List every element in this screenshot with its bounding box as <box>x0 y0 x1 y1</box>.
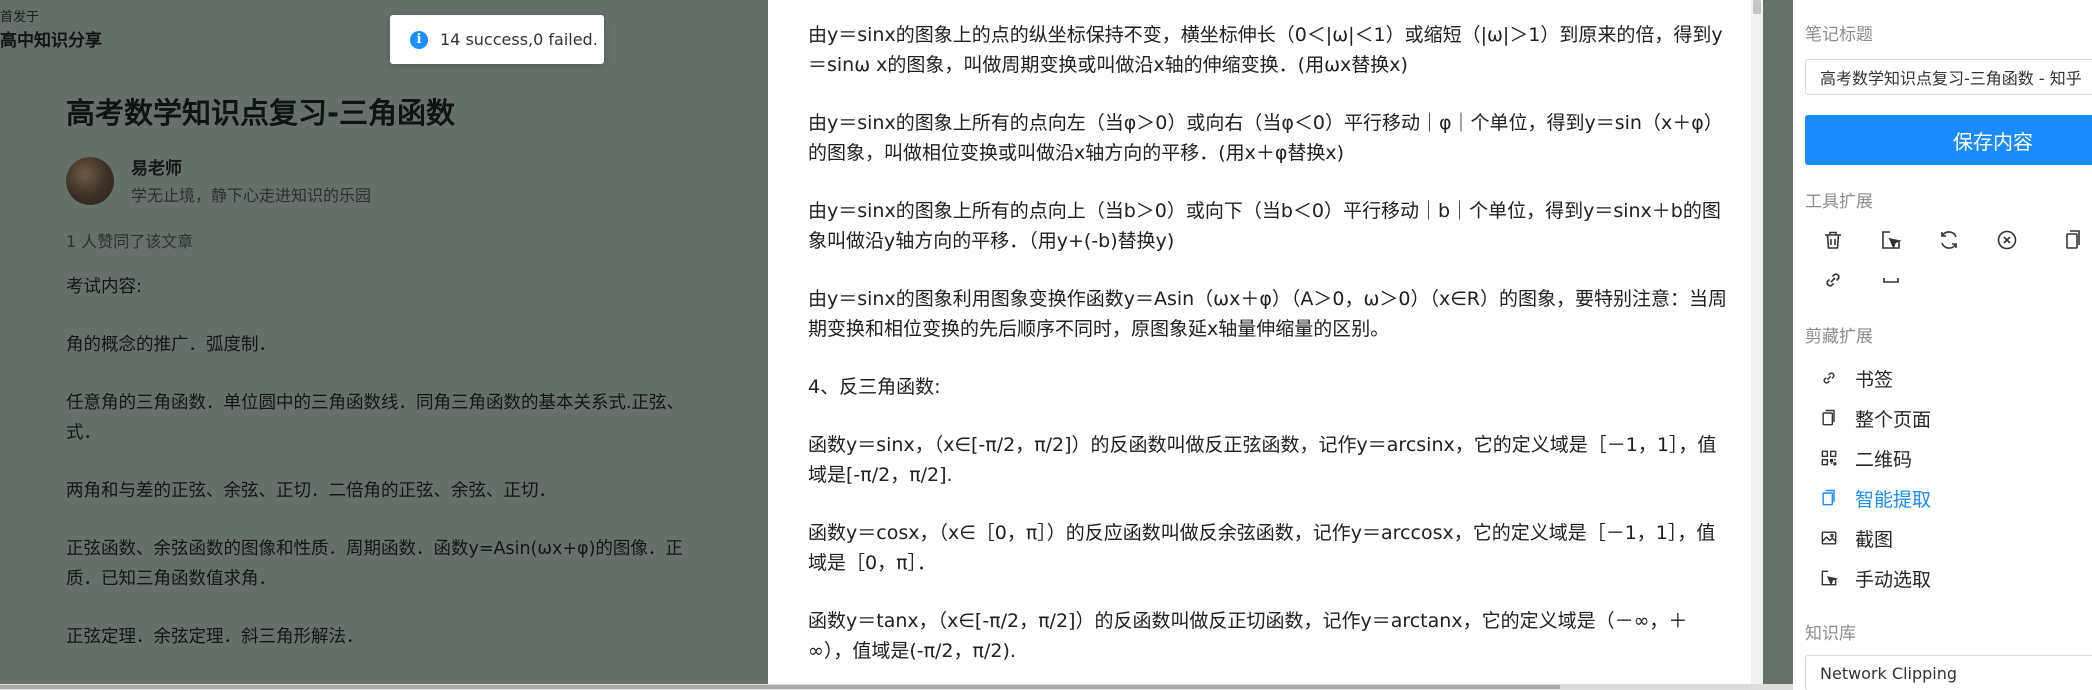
author-name[interactable]: 易老师 <box>131 154 182 179</box>
kb-label: 知识库 <box>1805 624 1856 644</box>
clip-screenshot[interactable]: 截图 <box>1819 522 1893 554</box>
clip-item-label: 智能提取 <box>1855 488 1932 511</box>
clip-smart-extract[interactable]: 智能提取 <box>1819 482 1931 514</box>
refresh-icon[interactable] <box>1937 228 1961 252</box>
tools-label: 工具扩展 <box>1805 192 1873 212</box>
clip-item-label: 手动选取 <box>1855 568 1932 591</box>
link-icon[interactable] <box>1821 268 1845 292</box>
publish-prefix: 首发于 <box>0 10 40 25</box>
content-scrollbar[interactable] <box>1751 0 1763 684</box>
article-body: 考试内容: 角的概念的推广．弧度制． 任意角的三角函数．单位圆中的三角函数线．同… <box>66 272 766 680</box>
close-circle-icon[interactable] <box>1995 228 2019 252</box>
likes-count: 1 人赞同了该文章 <box>66 232 194 251</box>
avatar[interactable] <box>66 157 114 205</box>
clip-item-label: 截图 <box>1855 528 1894 551</box>
clip-item-label: 书签 <box>1855 368 1894 391</box>
knowledge-base-select[interactable]: Network Clipping <box>1805 655 2092 690</box>
image-icon <box>1821 531 1837 545</box>
clip-qrcode[interactable]: 二维码 <box>1819 442 1912 474</box>
clip-item-label: 二维码 <box>1855 448 1913 471</box>
save-button[interactable]: 保存内容 <box>1805 115 2092 165</box>
clip-full-page[interactable]: 整个页面 <box>1819 402 1931 434</box>
qrcode-icon <box>1821 450 1837 466</box>
clip-preview-body: 由y＝sinx的图象上的点的纵坐标保持不变，横坐标伸长（0＜|ω|＜1）或缩短（… <box>808 20 1728 684</box>
space-icon[interactable] <box>1879 268 1903 292</box>
article-paragraph: 两角和与差的正弦、余弦、正切．二倍角的正弦、余弦、正切． <box>66 481 556 501</box>
toast-notification: i 14 success,0 failed. <box>390 15 604 64</box>
toast-message: 14 success,0 failed. <box>440 30 598 49</box>
article-background: 首发于 高中知识分享 高考数学知识点复习-三角函数 易老师 学无止境，静下心走进… <box>0 0 768 690</box>
article-paragraph: 正弦定理．余弦定理．斜三角形解法． <box>66 627 364 647</box>
article-title: 高考数学知识点复习-三角函数 <box>66 96 456 130</box>
content-paragraph: 由y＝sinx的图象上的点的纵坐标保持不变，横坐标伸长（0＜|ω|＜1）或缩短（… <box>808 24 1723 76</box>
clip-bookmark[interactable]: 书签 <box>1819 362 1893 394</box>
clipper-sidebar: 笔记标题 保存内容 工具扩展 剪藏扩展 书签 整个页面 二维码 智能提取 截图 <box>1793 0 2092 690</box>
horizontal-scrollbar-thumb[interactable] <box>0 685 1560 689</box>
link-icon <box>1823 372 1835 384</box>
manual-select-icon <box>1821 570 1839 586</box>
select-area-icon[interactable] <box>1879 228 1903 252</box>
column-name[interactable]: 高中知识分享 <box>0 26 102 51</box>
smart-extract-icon <box>1822 489 1835 506</box>
content-paragraph: 由y＝sinx的图象上所有的点向上（当b＞0）或向下（当b＜0）平行移动｜b｜个… <box>808 200 1721 252</box>
note-title-label: 笔记标题 <box>1805 25 1873 45</box>
clip-label: 剪藏扩展 <box>1805 327 1873 347</box>
article-paragraph: 质．已知三角函数值求角． <box>66 569 276 589</box>
trash-icon[interactable] <box>1821 228 1845 252</box>
content-paragraph: 由y＝sinx的图象上所有的点向左（当φ＞0）或向右（当φ＜0）平行移动｜φ｜个… <box>808 112 1723 164</box>
scrollbar-thumb[interactable] <box>1753 0 1761 14</box>
content-paragraph: 函数y＝cosx，（x∈［0，π］）的反应函数叫做反余弦函数，记作y＝arcco… <box>808 522 1716 574</box>
note-title-input[interactable] <box>1805 59 2092 95</box>
article-paragraph: 考试内容: <box>66 277 142 297</box>
article-paragraph: 式． <box>66 423 101 443</box>
info-icon: i <box>410 30 428 49</box>
document-icon <box>1822 409 1835 426</box>
article-paragraph: 任意角的三角函数．单位圆中的三角函数线．同角三角函数的基本关系式.正弦、 <box>66 393 685 413</box>
content-paragraph: 函数y＝tanx，（x∈[-π/2，π/2]）的反函数叫做反正切函数，记作y＝a… <box>808 610 1688 662</box>
article-paragraph: 角的概念的推广．弧度制． <box>66 335 276 355</box>
clip-item-label: 整个页面 <box>1855 408 1932 431</box>
copy-icon[interactable] <box>2061 228 2085 252</box>
content-paragraph: 由y＝sinx的图象利用图象变换作函数y＝Asin（ωx＋φ）（A＞0，ω＞0）… <box>808 288 1727 340</box>
clip-preview-pane[interactable]: 由y＝sinx的图象上的点的纵坐标保持不变，横坐标伸长（0＜|ω|＜1）或缩短（… <box>768 0 1751 684</box>
article-paragraph: 正弦函数、余弦函数的图像和性质．周期函数．函数y=Asin(ωx+φ)的图像．正 <box>66 539 683 559</box>
overlay-strip <box>1763 0 1793 684</box>
clip-manual-select[interactable]: 手动选取 <box>1819 562 1931 594</box>
author-motto: 学无止境，静下心走进知识的乐园 <box>131 186 372 205</box>
content-paragraph: 4、反三角函数: <box>808 376 941 398</box>
content-paragraph: 函数y＝sinx，（x∈[-π/2，π/2]）的反函数叫做反正弦函数，记作y＝a… <box>808 434 1717 486</box>
